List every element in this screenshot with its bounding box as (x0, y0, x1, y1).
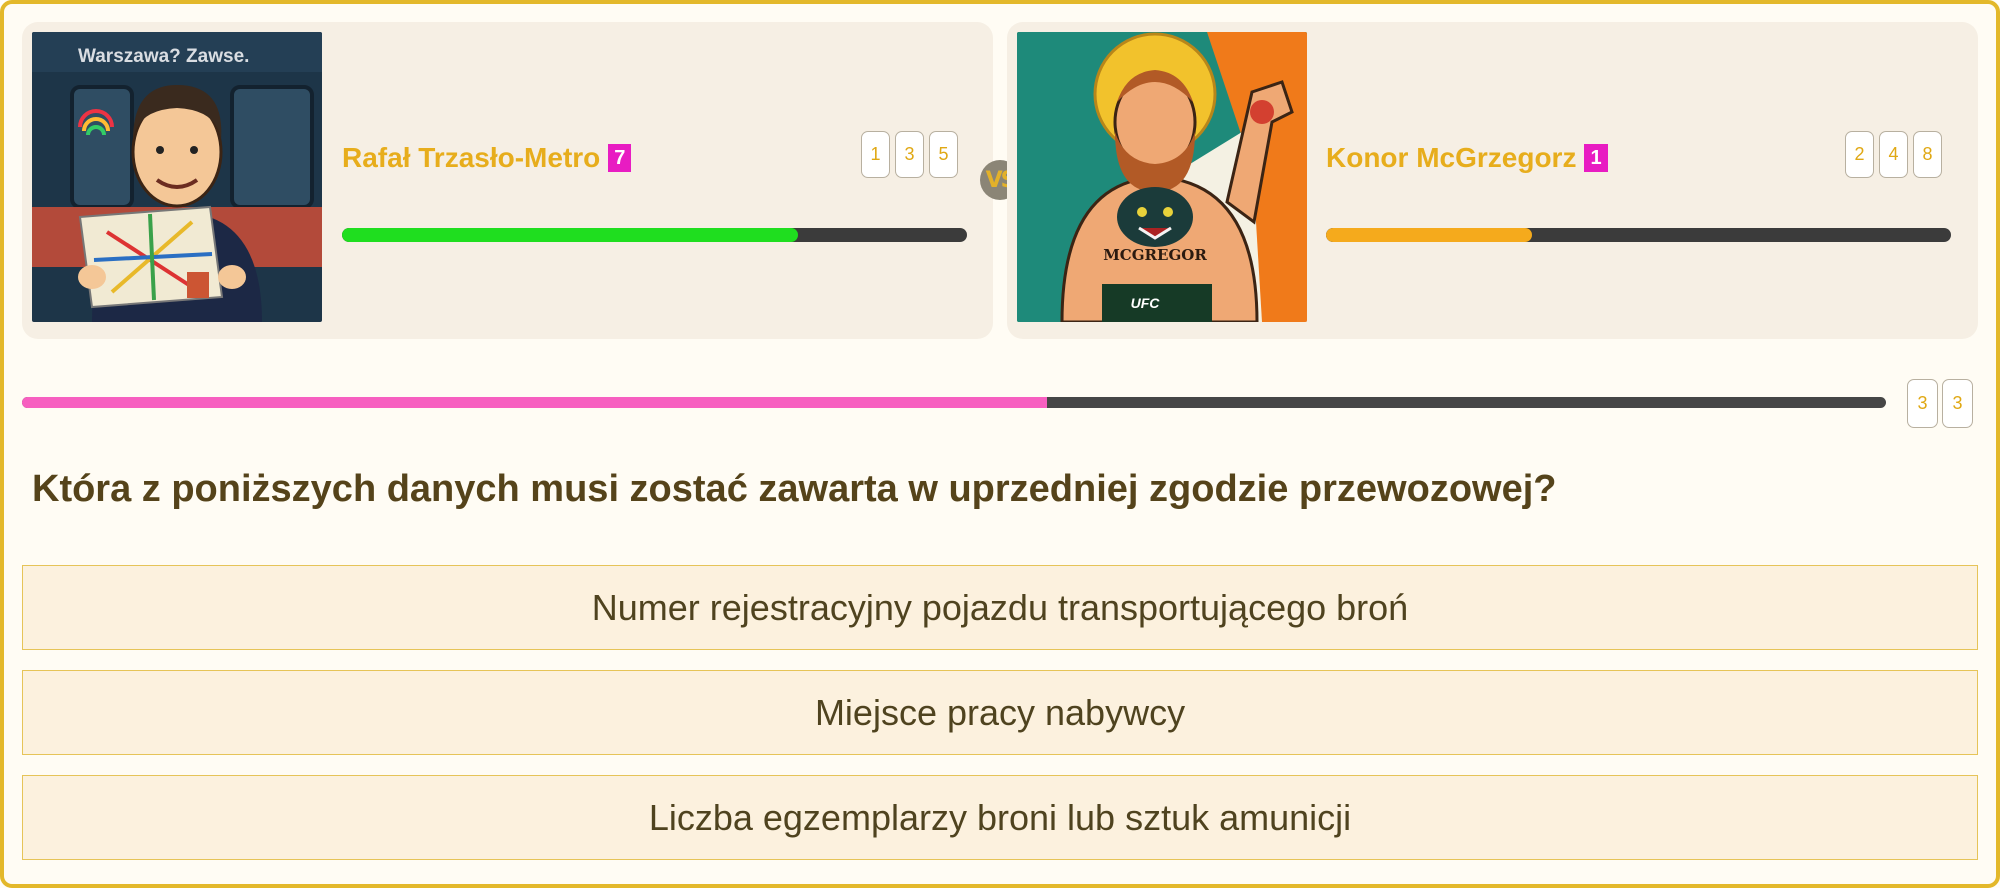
player-2-portrait: MCGREGOR UFC (1017, 32, 1307, 322)
player-1-name: Rafał Trzasło-Metro (342, 142, 601, 173)
player-1-tile: 1 (861, 131, 890, 178)
answer-option-3[interactable]: Liczba egzemplarzy broni lub sztuk amuni… (22, 775, 1978, 860)
portrait-ufc-text: UFC (1131, 295, 1161, 311)
player-card-1: Warszawa? Zawse. Rafał Trzasło-Metro 7 1 (22, 22, 993, 339)
player-1-portrait: Warszawa? Zawse. (32, 32, 322, 322)
player-2-tile: 8 (1913, 131, 1942, 178)
question-counter: 3 3 (1907, 379, 1973, 428)
player-2-name: Konor McGrzegorz (1326, 142, 1577, 173)
question-counter-tile: 3 (1907, 379, 1938, 428)
player-1-level-badge: 7 (608, 144, 632, 172)
question-text: Która z poniższych danych musi zostać za… (32, 468, 1557, 510)
portrait-caption: Warszawa? Zawse. (78, 46, 249, 67)
player-1-tiles: 1 3 5 (861, 131, 958, 178)
player-2-name-row: Konor McGrzegorz 1 (1326, 142, 1608, 174)
question-counter-tile: 3 (1942, 379, 1973, 428)
player-1-progress-fill (342, 228, 799, 242)
player-1-tile: 3 (895, 131, 924, 178)
player-card-2: MCGREGOR UFC Konor McGrzegorz 1 2 4 8 (1007, 22, 1978, 339)
player-1-tile: 5 (929, 131, 958, 178)
player-2-level-badge: 1 (1584, 144, 1608, 172)
metro-map-icon (78, 205, 224, 309)
portrait-tattoo-text: MCGREGOR (1103, 246, 1207, 264)
player-2-tiles: 2 4 8 (1845, 131, 1942, 178)
player-2-progress-bar (1326, 228, 1951, 242)
tiger-tattoo-icon (1117, 187, 1193, 247)
answer-option-1[interactable]: Numer rejestracyjny pojazdu transportują… (22, 565, 1978, 650)
player-2-progress-fill (1326, 228, 1533, 242)
question-progress-bar (22, 397, 1886, 408)
answer-option-2[interactable]: Miejsce pracy nabywcy (22, 670, 1978, 755)
player-1-name-row: Rafał Trzasło-Metro 7 (342, 142, 632, 174)
player-2-tile: 2 (1845, 131, 1874, 178)
player-1-progress-bar (342, 228, 967, 242)
player-2-tile: 4 (1879, 131, 1908, 178)
question-progress-fill (22, 397, 1048, 408)
